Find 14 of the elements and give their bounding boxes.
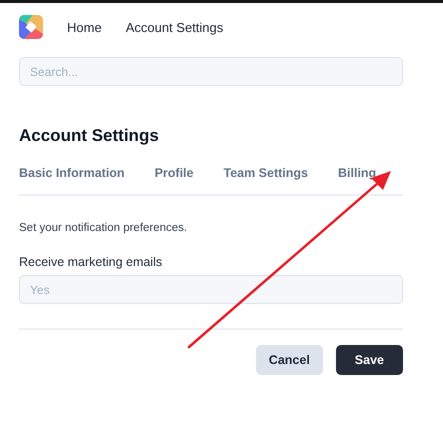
page-title: Account Settings [19, 126, 160, 146]
input-field[interactable]: Yes [19, 275, 403, 304]
save-button[interactable]: Save [336, 345, 403, 375]
tab[interactable]: Team Settings [223, 166, 308, 180]
cancel-button[interactable]: Cancel [256, 345, 323, 375]
search-field[interactable]: Search... [19, 57, 403, 86]
tab[interactable]: Billing [338, 166, 376, 180]
field-label: Receive marketing emails [19, 255, 164, 269]
section-description: Set your notification preferences. [19, 222, 188, 234]
tab[interactable]: Profile [154, 166, 194, 180]
nav-link[interactable]: Home [67, 20, 102, 34]
app-logo [19, 15, 43, 39]
nav-link[interactable]: Account Settings [126, 20, 224, 34]
tab[interactable]: Basic Information [19, 166, 125, 180]
